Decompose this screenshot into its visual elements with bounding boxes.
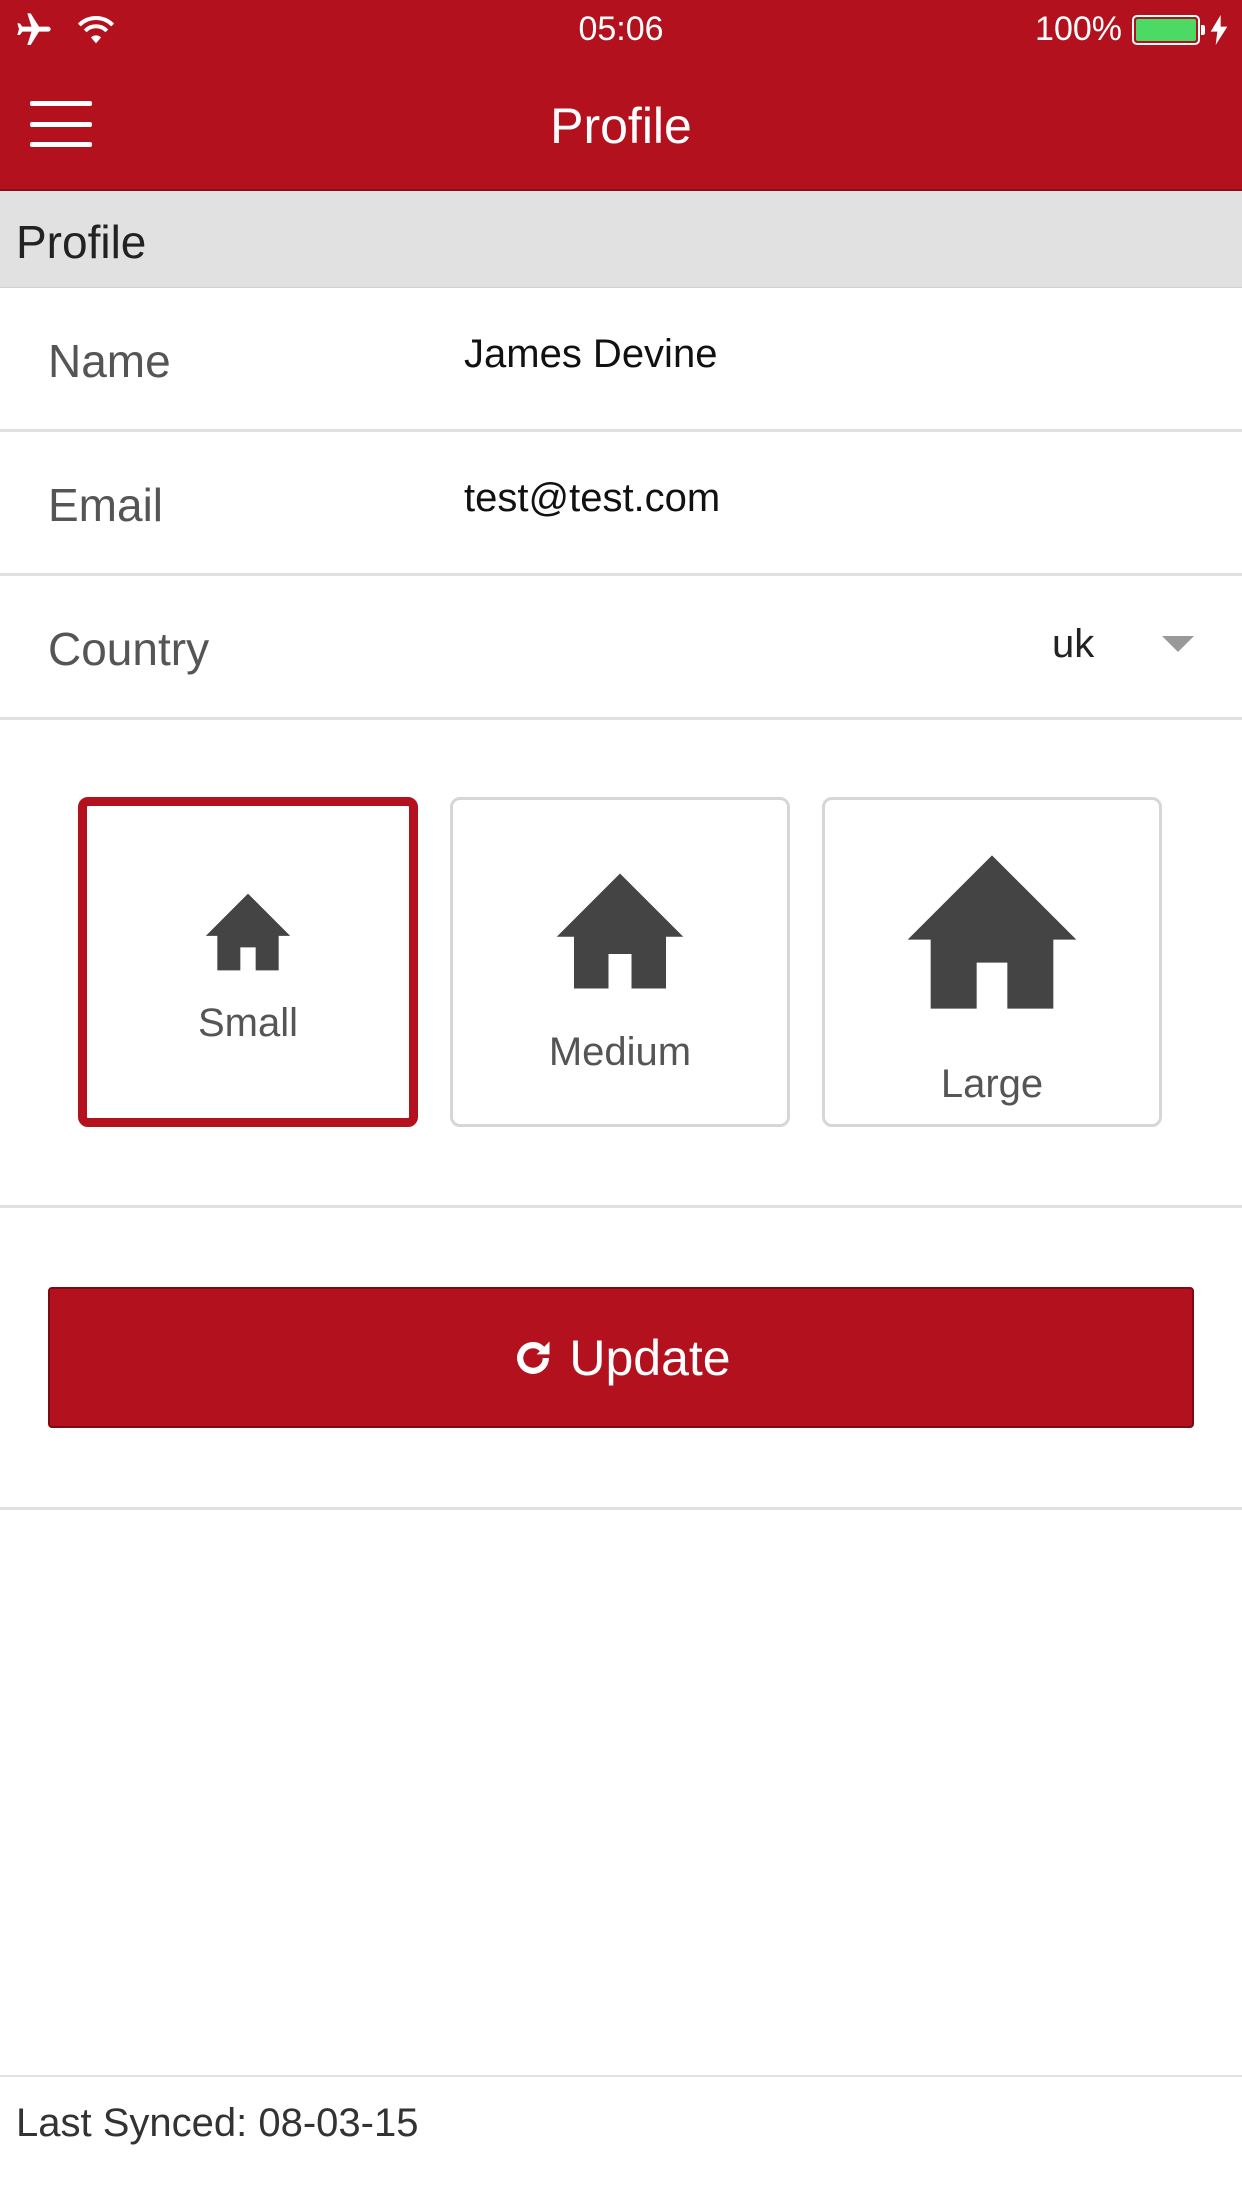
size-selector: Small Medium Large [0, 720, 1242, 1208]
size-option-label: Medium [548, 1030, 692, 1074]
size-option-label: Small [197, 1001, 299, 1045]
nav-bar: Profile [0, 61, 1242, 191]
charging-icon [1210, 14, 1228, 45]
status-bar-right: 100% [1035, 10, 1228, 49]
update-section: Update [0, 1208, 1242, 1510]
chevron-down-icon [1162, 636, 1194, 652]
home-icon [205, 893, 291, 971]
last-synced-text: Last Synced: 08-03-15 [16, 2101, 419, 2145]
email-row: Email [0, 432, 1242, 576]
email-field[interactable] [464, 476, 1164, 521]
section-title: Profile [16, 216, 147, 268]
country-select[interactable]: Country uk [0, 576, 1242, 720]
home-icon [907, 855, 1077, 1009]
battery-icon [1132, 14, 1205, 45]
status-bar: 05:06 100% [0, 0, 1242, 61]
update-button[interactable]: Update [48, 1287, 1194, 1428]
size-option-small[interactable]: Small [78, 797, 418, 1127]
country-value: uk [1052, 622, 1095, 666]
update-button-label: Update [569, 1329, 731, 1386]
name-field[interactable] [464, 332, 1164, 377]
refresh-icon [517, 1341, 550, 1374]
home-icon [556, 873, 684, 989]
footer: Last Synced: 08-03-15 [0, 2075, 1242, 2208]
battery-fill [1136, 18, 1196, 41]
email-label: Email [48, 479, 164, 531]
size-option-medium[interactable]: Medium [450, 797, 790, 1127]
section-header: Profile [0, 191, 1242, 288]
name-row: Name [0, 288, 1242, 432]
battery-percentage: 100% [1035, 10, 1122, 48]
name-label: Name [48, 335, 171, 387]
country-label: Country [48, 623, 210, 675]
size-option-large[interactable]: Large [822, 797, 1162, 1127]
page-title: Profile [550, 98, 692, 154]
size-option-label: Large [940, 1062, 1044, 1106]
